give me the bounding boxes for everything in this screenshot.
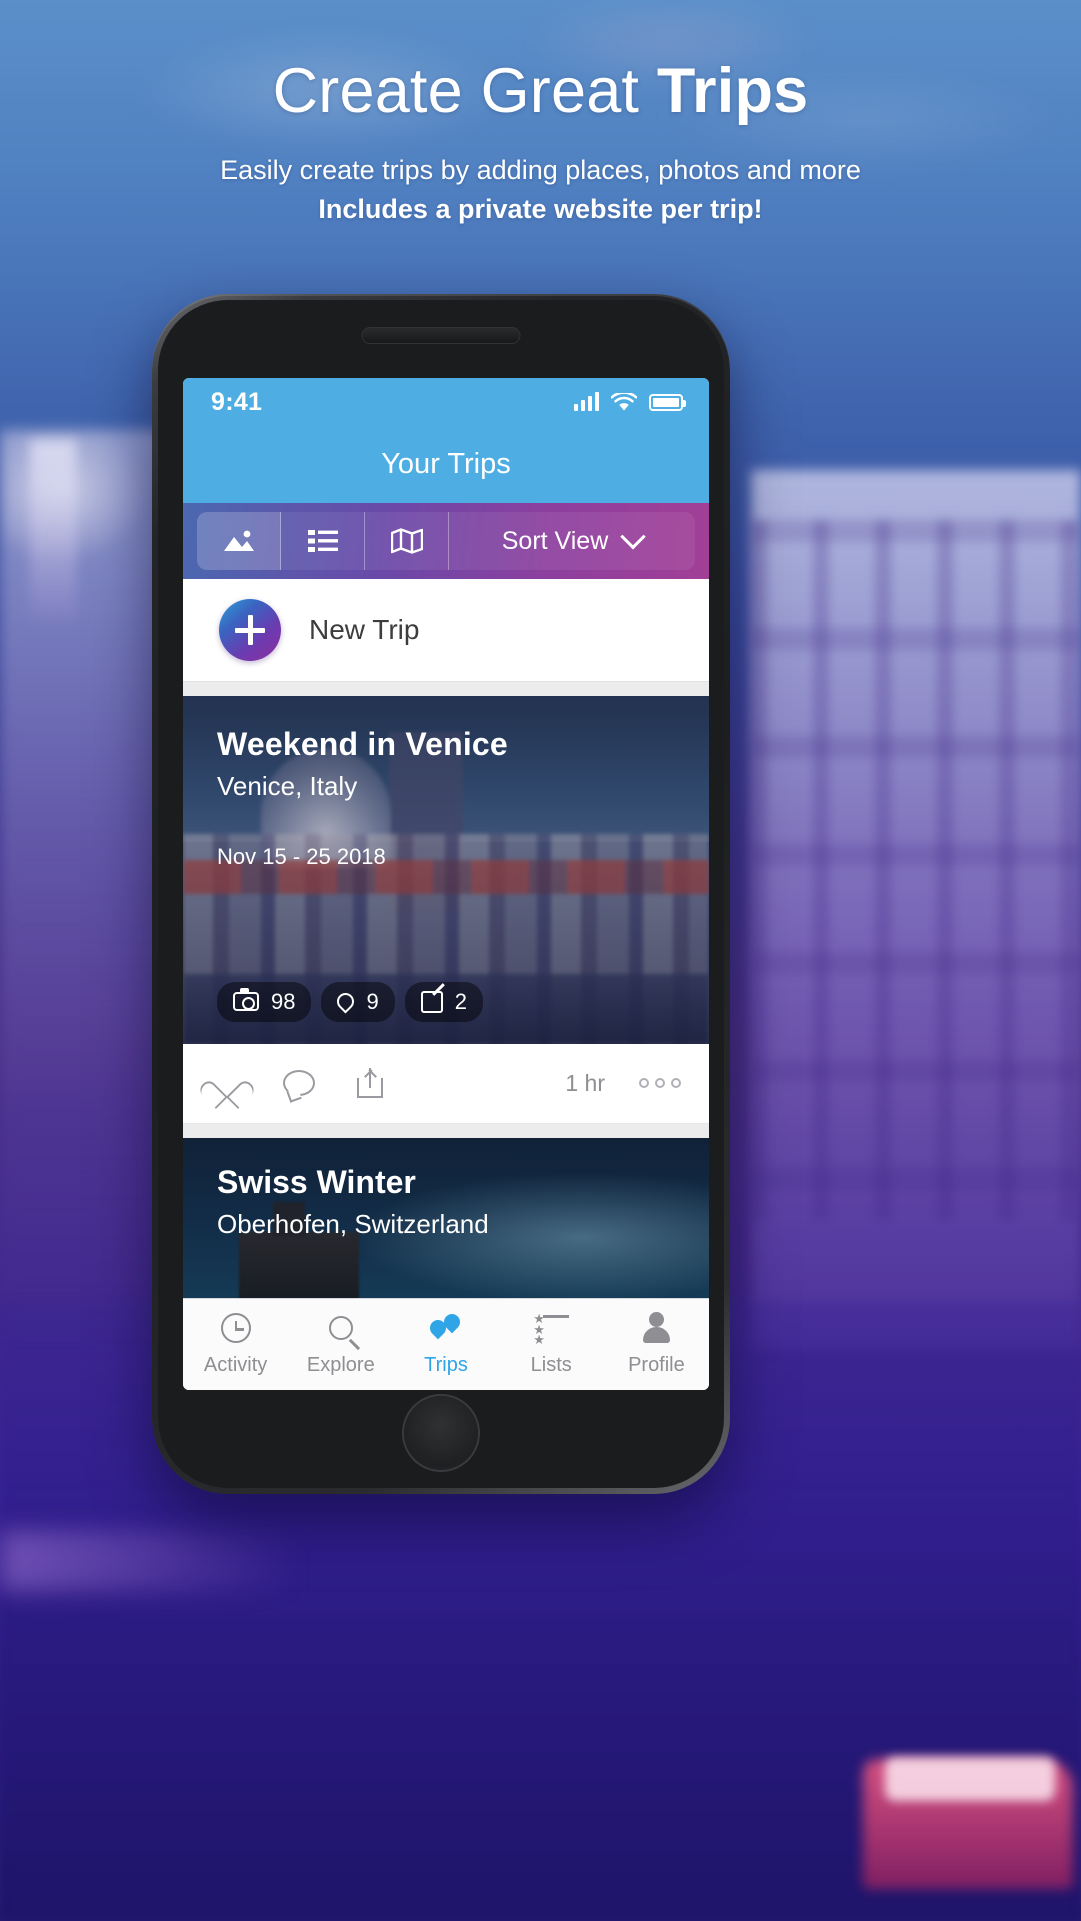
tab-trips-label: Trips: [424, 1354, 468, 1377]
star-list-icon: ★ ★ ★: [533, 1311, 570, 1346]
heart-icon[interactable]: [211, 1070, 241, 1097]
stat-photos-value: 98: [271, 988, 296, 1014]
note-edit-icon: [420, 990, 443, 1013]
background-right-windows: [751, 520, 1081, 1220]
background-red-boat-canopy: [885, 1757, 1055, 1801]
more-dots-icon[interactable]: [639, 1078, 681, 1089]
camera-icon: [233, 988, 259, 1012]
segmented-control: Sort View: [197, 512, 695, 571]
clock-icon: [220, 1311, 251, 1345]
trip-title: Weekend in Venice: [217, 725, 508, 762]
trip-card-swiss[interactable]: Swiss Winter Oberhofen, Switzerland: [183, 1137, 709, 1298]
trip-card-content-2: Swiss Winter Oberhofen, Switzerland: [183, 1138, 709, 1298]
stat-places-value: 9: [366, 988, 379, 1014]
map-icon: [390, 528, 423, 554]
promo-screenshot: Create Great Trips Easily create trips b…: [0, 0, 1081, 1921]
phone-speaker-grille: [362, 328, 520, 343]
list-icon: [307, 530, 338, 553]
headline-light-part: Create Great: [272, 56, 657, 126]
trip-title-2: Swiss Winter: [217, 1163, 416, 1200]
stat-notes-value: 2: [454, 988, 467, 1014]
tab-trips[interactable]: Trips: [393, 1311, 498, 1377]
segment-map-view[interactable]: [365, 512, 449, 571]
phone-mockup: 9:41 Your Trips Sort View New Trip Weeke…: [152, 294, 730, 1494]
tab-lists[interactable]: ★ ★ ★ Lists: [499, 1311, 604, 1377]
tab-activity-label: Activity: [203, 1354, 268, 1377]
navbar-title: Your Trips: [381, 448, 511, 481]
trip-card-venice[interactable]: Weekend in Venice Venice, Italy Nov 15 -…: [183, 695, 709, 1124]
home-button[interactable]: [404, 1396, 478, 1470]
new-trip-label: New Trip: [309, 614, 420, 646]
wifi-icon: [611, 392, 637, 411]
navigation-bar: Your Trips: [183, 426, 709, 503]
search-icon: [328, 1311, 353, 1345]
status-bar: 9:41: [183, 378, 709, 427]
plus-icon: [219, 599, 281, 662]
stat-photos: 98: [217, 981, 312, 1022]
tab-explore[interactable]: Explore: [288, 1311, 393, 1377]
trip-cover-photo: Weekend in Venice Venice, Italy Nov 15 -…: [183, 695, 709, 1044]
tab-explore-label: Explore: [306, 1354, 375, 1377]
share-icon[interactable]: [357, 1068, 383, 1099]
trip-card-content: Weekend in Venice Venice, Italy Nov 15 -…: [183, 696, 709, 1044]
tab-bar: Activity Explore Trips ★ ★ ★ Lists Profi…: [183, 1297, 709, 1390]
trip-action-row: 1 hr: [183, 1043, 709, 1124]
promo-subtitle-line1: Easily create trips by adding places, ph…: [220, 155, 861, 186]
person-icon: [641, 1311, 671, 1345]
background-water-reflection: [0, 1531, 300, 1591]
new-trip-row[interactable]: New Trip: [183, 579, 709, 682]
section-divider-2: [183, 1123, 709, 1138]
stat-notes: 2: [404, 981, 483, 1022]
segment-list-view[interactable]: [281, 512, 365, 571]
trip-cover-photo-2: Swiss Winter Oberhofen, Switzerland: [183, 1137, 709, 1298]
page-title: Create Great Trips: [0, 58, 1081, 124]
tab-profile-label: Profile: [628, 1354, 685, 1377]
trip-location-2: Oberhofen, Switzerland: [217, 1208, 489, 1239]
map-pins-icon: [426, 1311, 464, 1345]
sort-view-label: Sort View: [501, 526, 609, 555]
promo-subtitle-line2: Includes a private website per trip!: [318, 193, 763, 224]
background-left-tower: [30, 440, 76, 620]
trip-stats: 98 9 2: [217, 981, 675, 1022]
chevron-down-icon: [620, 524, 646, 550]
status-time: 9:41: [211, 387, 263, 416]
view-toolbar: Sort View: [183, 502, 709, 580]
tab-activity[interactable]: Activity: [183, 1311, 288, 1377]
tab-lists-label: Lists: [530, 1354, 572, 1377]
trip-dates: Nov 15 - 25 2018: [217, 843, 386, 869]
phone-screen: 9:41 Your Trips Sort View New Trip Weeke…: [183, 378, 709, 1390]
status-icons: [574, 392, 686, 412]
comment-bubble-icon[interactable]: [283, 1070, 315, 1097]
action-row-right: 1 hr: [565, 1070, 681, 1097]
battery-icon: [649, 393, 686, 411]
segment-photo-view[interactable]: [197, 512, 281, 571]
tab-profile[interactable]: Profile: [604, 1311, 709, 1377]
map-pin-icon: [333, 989, 359, 1014]
stat-places: 9: [321, 981, 395, 1022]
promo-headline-block: Create Great Trips Easily create trips b…: [0, 58, 1081, 227]
phone-bezel: 9:41 Your Trips Sort View New Trip Weeke…: [158, 300, 724, 1488]
sort-view-button[interactable]: Sort View: [449, 512, 695, 570]
photo-mountain-icon: [223, 530, 254, 552]
headline-bold-part: Trips: [656, 56, 809, 126]
signal-bars-icon: [574, 392, 599, 412]
trip-timestamp: 1 hr: [565, 1069, 605, 1096]
section-divider: [183, 681, 709, 696]
trip-location: Venice, Italy: [217, 770, 358, 801]
